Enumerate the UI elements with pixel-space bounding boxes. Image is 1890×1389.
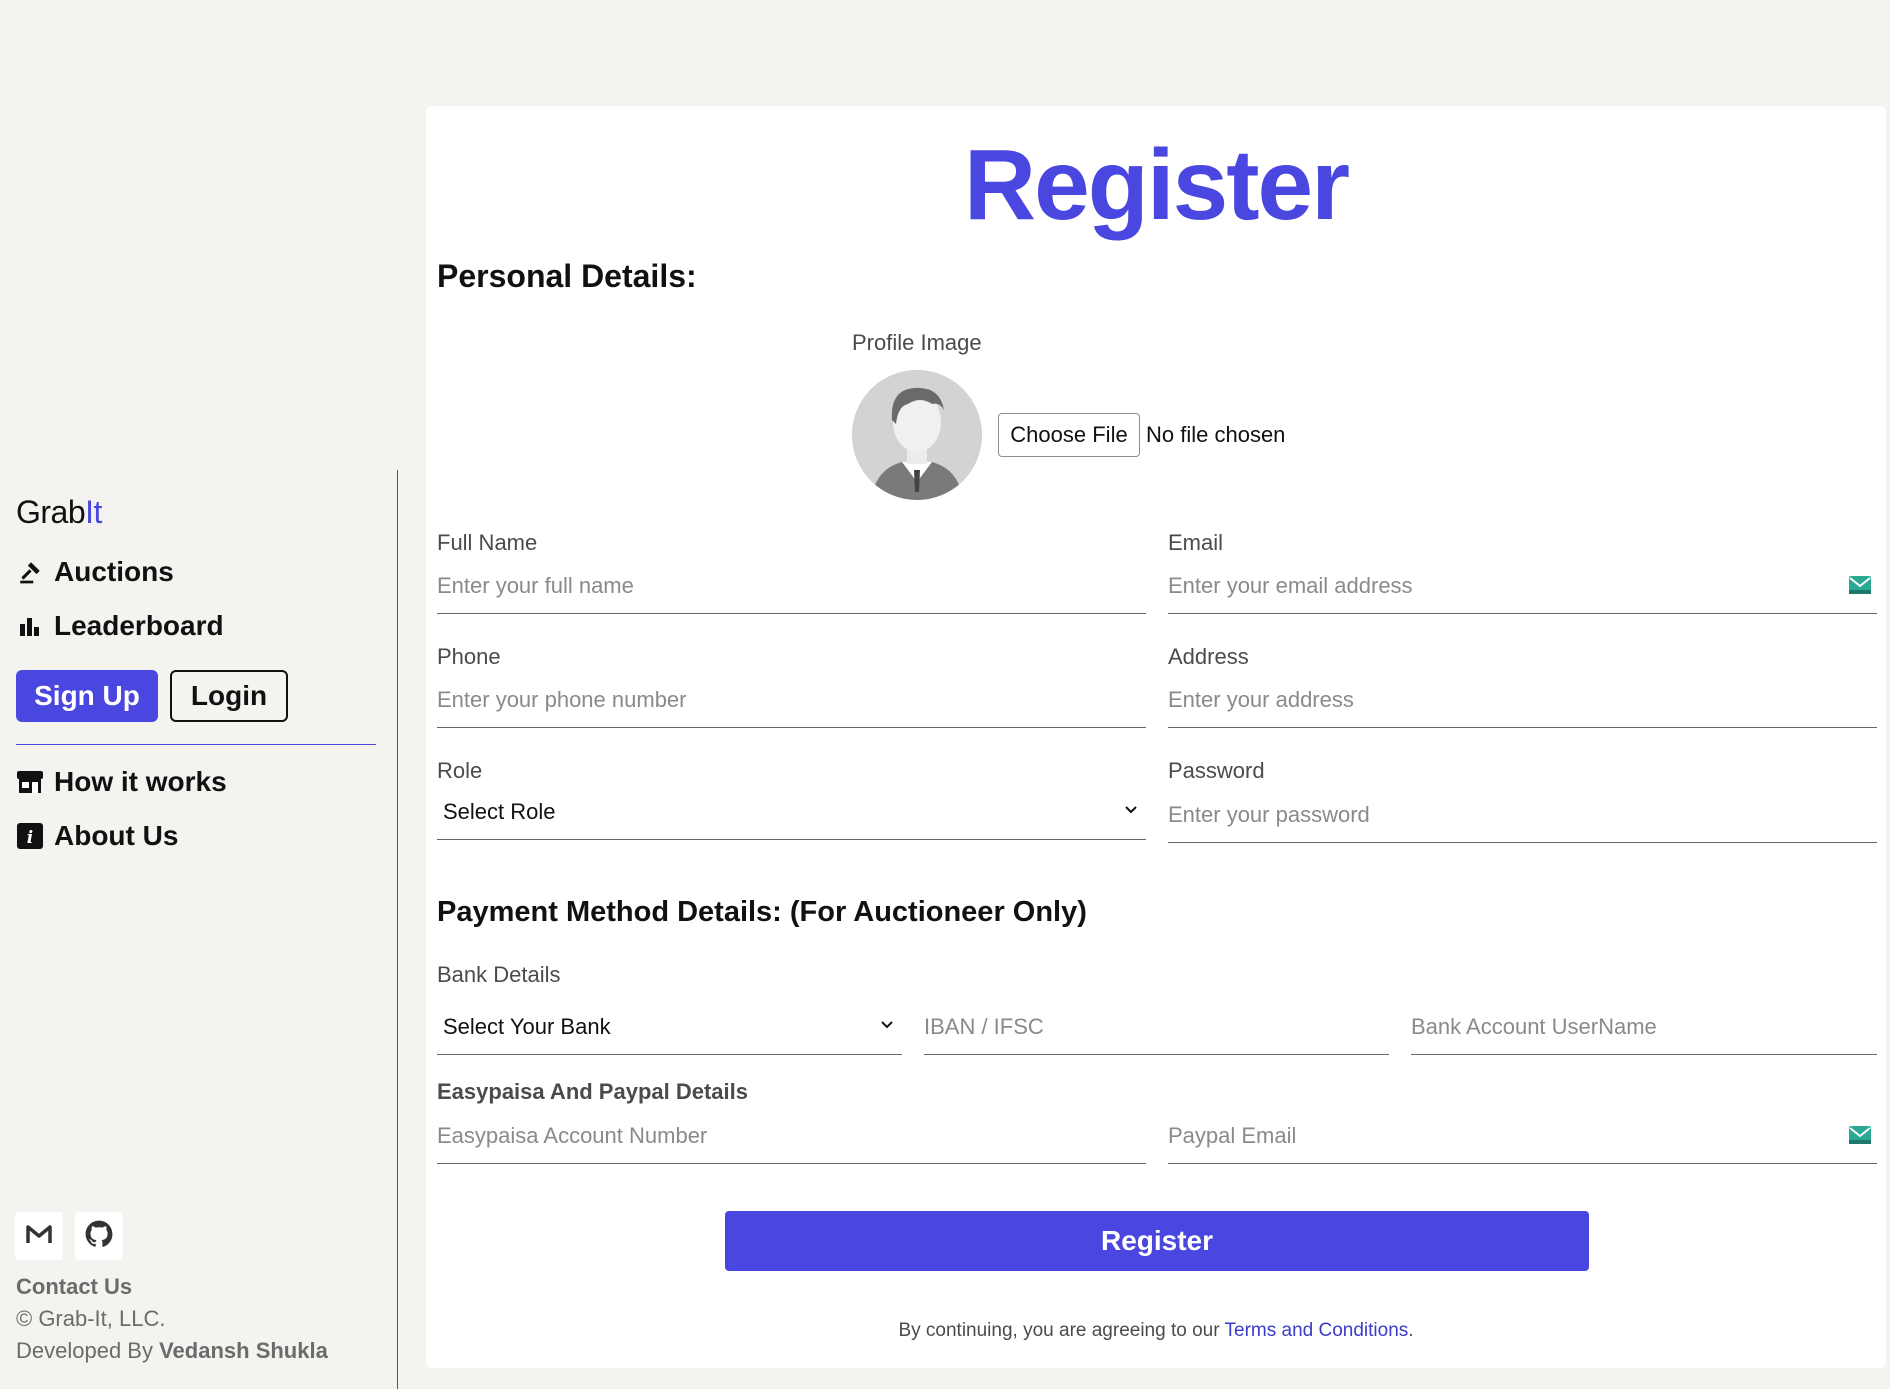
nav-how-it-works[interactable]: How it works (16, 766, 227, 798)
phone-label: Phone (437, 644, 501, 669)
contact-us-link[interactable]: Contact Us (16, 1274, 132, 1300)
full-name-field-wrap (437, 558, 1146, 614)
password-field-wrap (1168, 787, 1877, 843)
github-link[interactable] (75, 1212, 123, 1260)
bank-username-input[interactable] (1411, 1013, 1877, 1040)
nav-about-us[interactable]: i About Us (16, 820, 178, 852)
brand-logo[interactable]: GrabIt (16, 494, 102, 531)
bank-details-label: Bank Details (437, 962, 561, 987)
email-label: Email (1168, 530, 1224, 555)
developer-credit: Developed By Vedansh Shukla (16, 1338, 328, 1364)
github-icon (85, 1220, 113, 1253)
login-button[interactable]: Login (170, 670, 288, 722)
bank-select-value: Select Your Bank (443, 1013, 611, 1039)
password-input[interactable] (1168, 801, 1877, 828)
role-label: Role (437, 758, 483, 783)
password-label: Password (1168, 758, 1265, 783)
chevron-down-icon (1124, 802, 1138, 820)
avatar-placeholder (852, 370, 982, 500)
easypaisa-input[interactable] (437, 1122, 1146, 1149)
nav-leaderboard-label: Leaderboard (54, 610, 224, 641)
brand-prefix: Grab (16, 494, 86, 530)
address-label: Address (1168, 644, 1249, 669)
developer-name: Vedansh Shukla (159, 1338, 328, 1363)
brand-suffix: It (85, 494, 102, 530)
nav-auctions[interactable]: Auctions (16, 556, 174, 588)
choose-file-button[interactable]: Choose File (998, 413, 1140, 457)
svg-text:i: i (27, 828, 33, 848)
iban-input[interactable] (924, 1013, 1389, 1040)
easypaisa-heading: Easypaisa And Paypal Details (437, 1079, 748, 1104)
phone-input[interactable] (437, 686, 1146, 713)
chevron-down-icon (880, 1017, 894, 1035)
address-field-wrap (1168, 672, 1877, 728)
payment-details-heading: Payment Method Details: (For Auctioneer … (437, 896, 1087, 928)
store-icon (16, 768, 44, 796)
role-select[interactable]: Select Role (437, 784, 1146, 840)
page-title: Register (963, 129, 1350, 241)
gmail-icon (26, 1224, 52, 1249)
full-name-input[interactable] (437, 572, 1146, 599)
role-select-value: Select Role (443, 798, 556, 824)
profile-image-label: Profile Image (852, 330, 982, 355)
full-name-label: Full Name (437, 530, 538, 555)
nav-leaderboard[interactable]: Leaderboard (16, 610, 224, 642)
info-icon: i (16, 822, 44, 850)
developer-prefix: Developed By (16, 1338, 160, 1363)
gavel-icon (16, 558, 44, 586)
paypal-email-input[interactable] (1168, 1122, 1877, 1149)
nav-auctions-label: Auctions (54, 556, 174, 587)
terms-notice: By continuing, you are agreeing to our T… (426, 1320, 1886, 1342)
copyright-text: © Grab-It, LLC. (16, 1306, 166, 1331)
register-card: Register Personal Details: Profile Image… (426, 106, 1886, 1368)
iban-field-wrap (924, 999, 1389, 1055)
sidebar: GrabIt Auctions Leaderboard Sign Up Logi… (0, 470, 398, 1389)
terms-suffix: . (1408, 1320, 1414, 1341)
mail-icon (1849, 1126, 1871, 1149)
terms-link[interactable]: Terms and Conditions (1225, 1320, 1409, 1341)
phone-field-wrap (437, 672, 1146, 728)
gmail-link[interactable] (15, 1212, 63, 1260)
terms-prefix: By continuing, you are agreeing to our (898, 1320, 1225, 1341)
paypal-field-wrap (1168, 1108, 1877, 1164)
easypaisa-field-wrap (437, 1108, 1146, 1164)
sidebar-divider (16, 744, 376, 745)
address-input[interactable] (1168, 686, 1877, 713)
file-status-text: No file chosen (1146, 422, 1286, 447)
nav-how-it-works-label: How it works (54, 766, 227, 797)
nav-about-us-label: About Us (54, 820, 179, 851)
email-input[interactable] (1168, 572, 1877, 599)
personal-details-heading: Personal Details: (437, 258, 697, 294)
email-field-wrap (1168, 558, 1877, 614)
register-button[interactable]: Register (725, 1211, 1589, 1271)
bank-username-field-wrap (1411, 999, 1877, 1055)
signup-button[interactable]: Sign Up (16, 670, 158, 722)
mail-icon (1849, 576, 1871, 599)
bar-chart-icon (16, 612, 44, 640)
bank-select[interactable]: Select Your Bank (437, 999, 902, 1055)
